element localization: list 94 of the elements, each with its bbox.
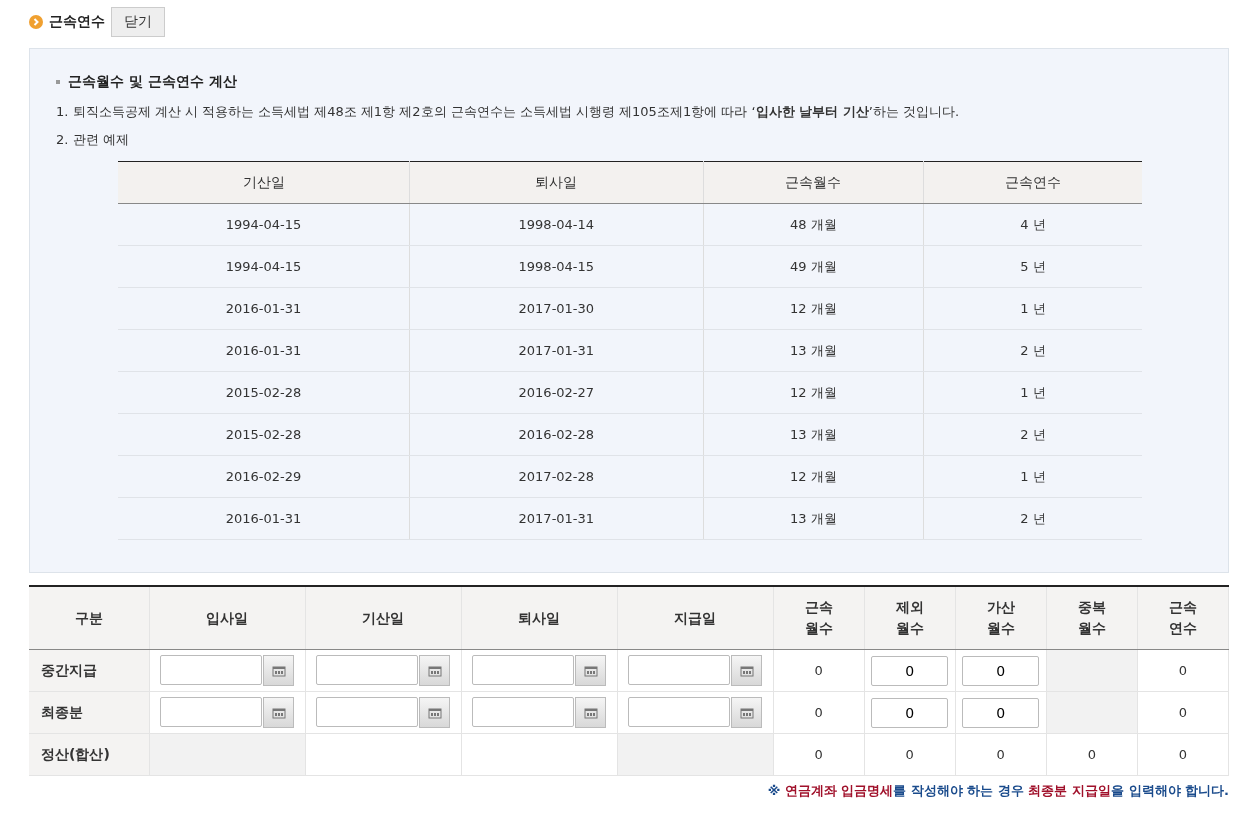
table-cell: 0 [773, 649, 865, 692]
table-cell: 0 [955, 733, 1047, 776]
table-cell: 4 년 [923, 203, 1142, 246]
calendar-icon [739, 706, 754, 719]
table-cell: 2017-01-31 [409, 329, 704, 372]
calendar-button[interactable] [575, 655, 606, 686]
table-cell: 2016-01-31 [118, 287, 410, 330]
table-cell: 2 년 [923, 497, 1142, 540]
date-input-field[interactable] [160, 697, 262, 727]
calendar-icon [427, 706, 442, 719]
calendar-button[interactable] [263, 655, 294, 686]
calendar-button[interactable] [263, 697, 294, 728]
date-input-field[interactable] [628, 697, 730, 727]
column-header: 퇴사일 [409, 161, 704, 204]
table-cell: 0 [1137, 649, 1229, 692]
row-label: 중간지급 [29, 649, 149, 692]
column-header: 근속 월수 [803, 598, 834, 638]
table-cell: 1994-04-15 [118, 203, 410, 246]
table-cell: 0 [1137, 691, 1229, 734]
chevron-circle-icon [29, 15, 43, 29]
table-cell: 1998-04-15 [409, 245, 704, 288]
column-header: 근속월수 [703, 161, 924, 204]
column-header: 제외 월수 [894, 598, 925, 638]
info-text: 2. 관련 예제 [56, 133, 130, 147]
date-input-field[interactable] [316, 655, 418, 685]
table-cell: 2016-02-27 [409, 371, 704, 414]
calendar-icon [583, 664, 598, 677]
row-label: 최종분 [29, 691, 149, 734]
table-cell: 48 개월 [703, 203, 924, 246]
table-cell: 0 [864, 733, 956, 776]
column-header: 가산 월수 [985, 598, 1016, 638]
calendar-icon [583, 706, 598, 719]
column-header: 기산일 [118, 161, 410, 204]
calendar-button[interactable] [731, 697, 762, 728]
calendar-icon [271, 664, 286, 677]
date-input-field[interactable] [316, 697, 418, 727]
table-cell: 2016-02-28 [409, 413, 704, 456]
table-cell: 0 [1046, 733, 1138, 776]
info-heading: 근속월수 및 근속연수 계산 [68, 73, 237, 91]
calendar-icon [271, 706, 286, 719]
column-header: 입사일 [206, 608, 248, 628]
date-input-field[interactable] [160, 655, 262, 685]
column-header: 중복 월수 [1076, 598, 1107, 638]
calendar-button[interactable] [575, 697, 606, 728]
column-header: 지급일 [674, 608, 716, 628]
table-cell: 2016-02-29 [118, 455, 410, 498]
number-input-field[interactable]: 0 [962, 655, 1040, 686]
row-label: 정산(합산) [29, 733, 149, 776]
table-cell: 13 개월 [703, 329, 924, 372]
table-cell: 1 년 [923, 371, 1142, 414]
table-cell: 2017-02-28 [409, 455, 704, 498]
table-cell: 2015-02-28 [118, 371, 410, 414]
table-cell: 2016-01-31 [118, 329, 410, 372]
calendar-button[interactable] [731, 655, 762, 686]
footnote-text: ※ 연금계좌 입금명세를 작성해야 하는 경우 최종분 지급일을 입력해야 합니다. [766, 782, 1229, 800]
table-cell: 13 개월 [703, 497, 924, 540]
table-cell: 2 년 [923, 329, 1142, 372]
table-cell: 12 개월 [703, 287, 924, 330]
column-header: 근속 연수 [1167, 598, 1198, 638]
table-cell: 5 년 [923, 245, 1142, 288]
table-cell: 0 [1137, 733, 1229, 776]
calendar-icon [427, 664, 442, 677]
close-button[interactable]: 닫기 [111, 7, 165, 37]
table-cell: 2017-01-31 [409, 497, 704, 540]
table-cell: 1 년 [923, 455, 1142, 498]
column-header: 기산일 [362, 608, 404, 628]
table-cell: 12 개월 [703, 371, 924, 414]
table-cell: 49 개월 [703, 245, 924, 288]
square-bullet-icon [56, 80, 60, 84]
table-cell: 1994-04-15 [118, 245, 410, 288]
info-text: 1. 퇴직소득공제 계산 시 적용하는 소득세법 제48조 제1항 제2호의 근속연수는 소득세법 시행령 제105조제1항에 따라 ‘입사한 날부터 기산’하는 것입니다. [56, 105, 961, 119]
table-cell: 2017-01-30 [409, 287, 704, 330]
date-input-field[interactable] [472, 697, 574, 727]
calendar-icon [739, 664, 754, 677]
table-cell: 1 년 [923, 287, 1142, 330]
column-header: 근속연수 [923, 161, 1142, 204]
table-cell: 0 [773, 733, 865, 776]
table-cell: 0 [773, 691, 865, 734]
table-cell: 12 개월 [703, 455, 924, 498]
date-input-field[interactable] [628, 655, 730, 685]
date-input-field[interactable] [472, 655, 574, 685]
column-header: 구분 [74, 608, 103, 628]
table-cell: 2 년 [923, 413, 1142, 456]
number-input-field[interactable]: 0 [871, 697, 949, 728]
section-title: 근속연수 [49, 13, 105, 31]
table-cell: 13 개월 [703, 413, 924, 456]
table-cell: 1998-04-14 [409, 203, 704, 246]
column-header: 퇴사일 [518, 608, 560, 628]
number-input-field[interactable]: 0 [962, 697, 1040, 728]
number-input-field[interactable]: 0 [871, 655, 949, 686]
calendar-button[interactable] [419, 655, 450, 686]
calendar-button[interactable] [419, 697, 450, 728]
table-cell: 2015-02-28 [118, 413, 410, 456]
table-cell: 2016-01-31 [118, 497, 410, 540]
